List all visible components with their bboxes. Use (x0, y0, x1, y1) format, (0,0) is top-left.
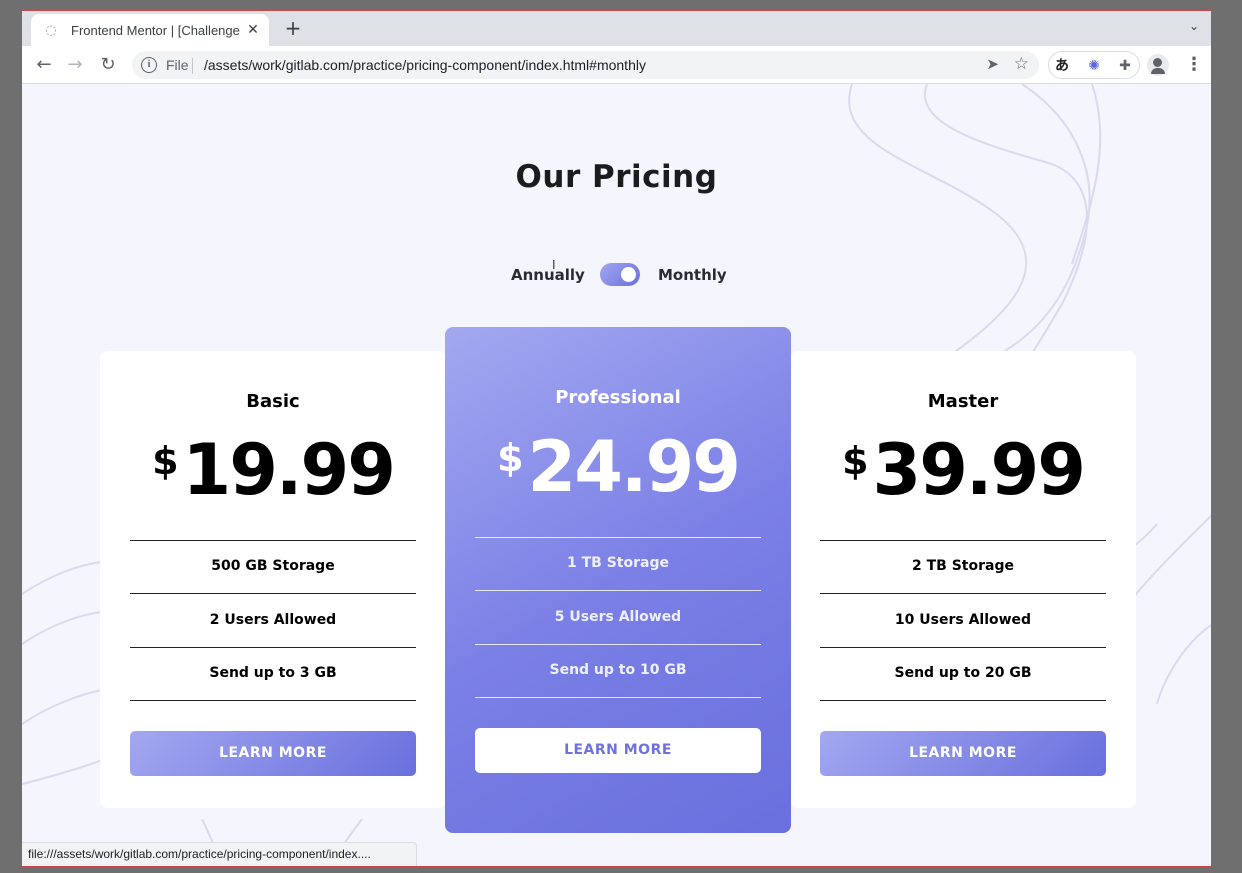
tab-close-icon[interactable]: ✕ (245, 22, 261, 38)
divider (820, 593, 1106, 594)
divider (475, 697, 761, 698)
plan-card-professional: Professional $24.99 1 TB Storage 5 Users… (445, 327, 791, 833)
price-amount: 24.99 (527, 426, 741, 508)
scheme-label: File (166, 57, 189, 73)
divider (820, 700, 1106, 701)
currency-symbol: $ (497, 436, 524, 480)
forward-arrow-icon[interactable]: → (63, 53, 87, 77)
plan-card-basic: Basic $19.99 500 GB Storage 2 Users Allo… (100, 351, 446, 808)
tab-strip: ◌ Frontend Mentor | [Challenge Name ✕ + … (22, 11, 1211, 46)
currency-symbol: $ (152, 439, 179, 483)
text-cursor-icon: I (552, 258, 556, 272)
toggle-knob (621, 267, 636, 282)
puzzle-icon[interactable]: ✚ (1115, 56, 1135, 76)
plan-card-master: Master $39.99 2 TB Storage 10 Users Allo… (790, 351, 1136, 808)
tab-search-chevron-icon[interactable]: ⌄ (1189, 19, 1199, 33)
status-bar-url: file:///assets/work/gitlab.com/practice/… (22, 842, 417, 866)
plan-price: $39.99 (790, 429, 1136, 511)
annually-label[interactable]: Annually (511, 266, 585, 284)
tab-title: Frontend Mentor | [Challenge Name (71, 22, 241, 38)
divider (130, 700, 416, 701)
price-amount: 39.99 (872, 429, 1086, 511)
favicon-icon: ◌ (45, 22, 57, 38)
page-title: Our Pricing (515, 159, 718, 195)
divider (130, 647, 416, 648)
profile-avatar-icon[interactable] (1147, 54, 1169, 76)
divider (820, 647, 1106, 648)
page-content: Our Pricing Annually Monthly I Basic $19… (22, 84, 1211, 866)
plan-feature: Send up to 3 GB (209, 665, 337, 681)
billing-toggle-switch[interactable] (600, 263, 640, 286)
currency-symbol: $ (842, 439, 869, 483)
browser-tab[interactable]: ◌ Frontend Mentor | [Challenge Name ✕ (31, 14, 269, 46)
plan-name: Basic (246, 391, 300, 412)
plan-feature: Send up to 20 GB (894, 665, 1032, 681)
kebab-menu-icon[interactable]: ⋮ (1185, 53, 1203, 77)
divider (475, 590, 761, 591)
plan-price: $19.99 (100, 429, 446, 511)
learn-more-button[interactable]: LEARN MORE (130, 731, 416, 776)
plan-feature: 500 GB Storage (211, 558, 335, 574)
divider (475, 537, 761, 538)
sun-extension-icon[interactable]: ✺ (1084, 56, 1104, 76)
learn-more-button[interactable]: LEARN MORE (475, 728, 761, 773)
back-arrow-icon[interactable]: ← (32, 53, 56, 77)
divider (130, 593, 416, 594)
send-icon[interactable]: ➤ (986, 55, 999, 73)
reload-icon[interactable]: ↻ (96, 53, 120, 77)
info-icon[interactable]: i (141, 57, 157, 73)
plan-feature: 2 TB Storage (912, 558, 1014, 574)
monthly-label[interactable]: Monthly (658, 266, 727, 284)
url-text[interactable]: /assets/work/gitlab.com/practice/pricing… (204, 57, 646, 73)
plan-name: Professional (555, 387, 681, 408)
divider (820, 540, 1106, 541)
plan-name: Master (927, 391, 999, 412)
address-bar[interactable]: i File /assets/work/gitlab.com/practice/… (132, 51, 1039, 79)
star-icon[interactable]: ☆ (1014, 54, 1029, 74)
plan-feature: 10 Users Allowed (894, 612, 1032, 628)
plan-feature: 5 Users Allowed (554, 609, 682, 625)
divider (475, 644, 761, 645)
divider (192, 58, 193, 74)
billing-toggle-row: Annually Monthly (22, 260, 1211, 290)
translate-extension-icon[interactable]: あ (1052, 56, 1072, 76)
learn-more-button[interactable]: LEARN MORE (820, 731, 1106, 776)
plan-feature: Send up to 10 GB (549, 662, 687, 678)
price-amount: 19.99 (182, 429, 396, 511)
plan-feature: 2 Users Allowed (209, 612, 337, 628)
plan-feature: 1 TB Storage (567, 555, 669, 571)
new-tab-button[interactable]: + (282, 17, 304, 39)
browser-window: ◌ Frontend Mentor | [Challenge Name ✕ + … (21, 10, 1212, 867)
divider (130, 540, 416, 541)
plan-price: $24.99 (445, 426, 791, 508)
extensions-group: あ ✺ ✚ (1048, 51, 1140, 79)
browser-toolbar: ← → ↻ i File /assets/work/gitlab.com/pra… (22, 46, 1211, 84)
